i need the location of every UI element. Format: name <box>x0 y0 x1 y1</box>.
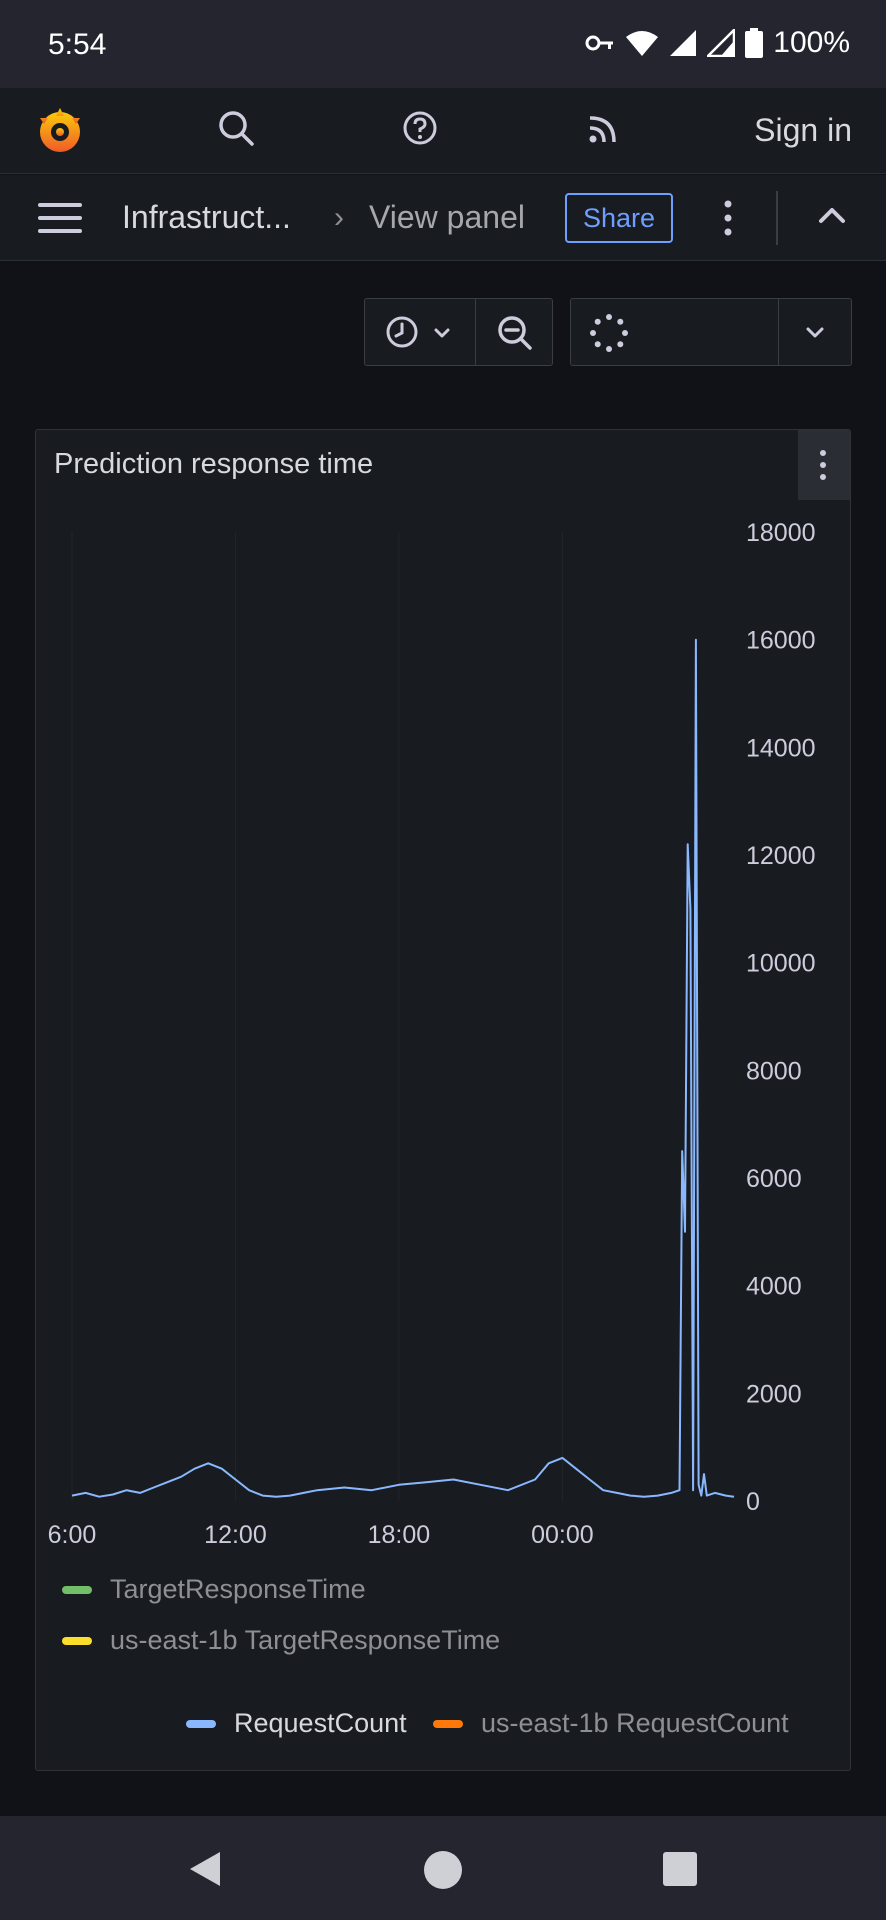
legend-swatch <box>62 1636 92 1645</box>
y-tick-label: 14000 <box>746 734 816 762</box>
x-tick-label: 6:00 <box>48 1521 97 1549</box>
recents-icon[interactable] <box>663 1852 697 1886</box>
status-time: 5:54 <box>48 28 107 61</box>
refresh-group <box>570 298 852 366</box>
clock-icon <box>386 316 418 348</box>
breadcrumb-current: View panel <box>369 199 525 235</box>
breadcrumb-dashboard-link[interactable]: Infrastruct... <box>122 199 291 236</box>
status-bar: 5:54 100% <box>0 0 886 88</box>
time-range-picker-button[interactable] <box>365 299 476 365</box>
toolbar-divider <box>776 191 778 245</box>
refresh-button[interactable] <box>571 299 779 365</box>
legend-item-us-east-1b-request-count[interactable]: us-east-1b RequestCount <box>433 1708 789 1739</box>
search-icon[interactable] <box>216 108 256 148</box>
top-nav: Sign in <box>0 88 886 174</box>
battery-level: 100% <box>773 26 850 59</box>
battery-icon <box>745 28 764 58</box>
legend-item-request-count[interactable]: RequestCount <box>186 1708 407 1739</box>
legend-item-us-east-1b-target-response-time[interactable]: us-east-1b TargetResponseTime <box>62 1625 500 1656</box>
home-icon[interactable] <box>423 1850 463 1890</box>
x-tick-label: 18:00 <box>368 1521 431 1549</box>
menu-hamburger-icon[interactable] <box>38 201 82 235</box>
help-icon[interactable] <box>400 108 440 148</box>
y-tick-label: 12000 <box>746 842 816 870</box>
y-tick-label: 4000 <box>746 1273 802 1301</box>
y-tick-label: 0 <box>746 1488 760 1516</box>
more-vertical-icon[interactable] <box>718 199 738 237</box>
signal-icon <box>670 30 697 56</box>
back-icon[interactable] <box>188 1850 222 1888</box>
panel-toolbar: Infrastruct... › View panel Share <box>0 175 886 261</box>
legend-swatch <box>433 1719 463 1728</box>
y-tick-label: 2000 <box>746 1380 802 1408</box>
time-picker-group <box>364 298 553 366</box>
vpn-key-icon <box>585 35 614 51</box>
rss-feed-icon[interactable] <box>584 108 624 148</box>
legend-item-target-response-time[interactable]: TargetResponseTime <box>62 1574 366 1605</box>
chevron-up-icon[interactable] <box>818 205 846 225</box>
chevron-down-icon <box>434 328 450 338</box>
legend-swatch <box>62 1585 92 1594</box>
legend-label: RequestCount <box>234 1708 407 1738</box>
share-button[interactable]: Share <box>565 193 673 243</box>
series-line <box>71 638 735 1498</box>
legend-swatch <box>186 1719 216 1728</box>
loading-spinner-icon <box>590 314 628 352</box>
grafana-logo-icon[interactable] <box>34 104 86 158</box>
refresh-interval-dropdown[interactable] <box>779 299 851 365</box>
sign-in-link[interactable]: Sign in <box>754 112 852 149</box>
panel-container: Prediction response time 6:00 12:00 18:00 0… <box>35 429 851 1771</box>
system-nav-bar <box>0 1816 886 1920</box>
y-tick-label: 16000 <box>746 627 816 655</box>
time-series-chart[interactable]: 6:00 12:00 18:00 00:00 0 2000 4000 6000 8000 1000… <box>36 430 852 1772</box>
chevron-down-icon <box>806 327 824 338</box>
legend-label: us-east-1b TargetResponseTime <box>110 1625 501 1655</box>
legend-label: TargetResponseTime <box>110 1574 366 1604</box>
y-tick-label: 6000 <box>746 1165 802 1193</box>
x-tick-label: 00:00 <box>531 1521 594 1549</box>
y-tick-label: 10000 <box>746 950 816 978</box>
y-tick-label: 8000 <box>746 1057 802 1085</box>
zoom-out-button[interactable] <box>476 299 553 365</box>
legend-label: us-east-1b RequestCount <box>481 1708 789 1738</box>
zoom-out-icon <box>498 316 532 350</box>
signal-secondary-icon <box>707 29 736 57</box>
x-tick-label: 12:00 <box>204 1521 267 1549</box>
breadcrumb-separator: › <box>334 201 344 234</box>
y-tick-label: 18000 <box>746 519 816 547</box>
wifi-icon <box>626 31 659 56</box>
status-icons: 100% <box>585 26 850 60</box>
